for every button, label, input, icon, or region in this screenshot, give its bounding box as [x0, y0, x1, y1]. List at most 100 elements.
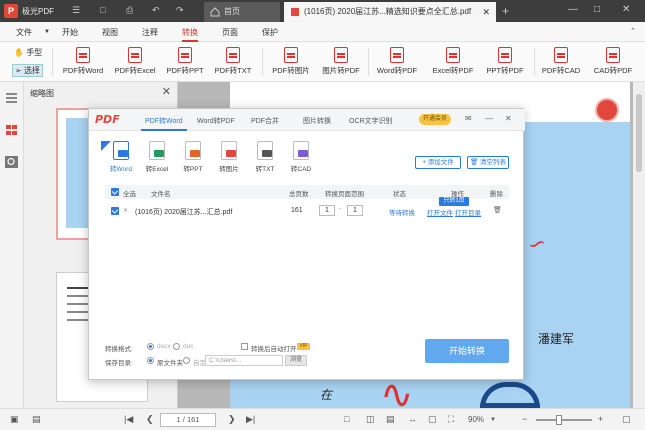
print-icon[interactable]: ⎙ [126, 5, 133, 16]
clear-list-button[interactable]: 🗑 清空列表 [467, 156, 509, 169]
feedback-icon[interactable]: ✉ [465, 114, 472, 123]
first-page-icon[interactable]: |◀ [124, 414, 133, 425]
vip-badge[interactable]: 开通会员 [419, 114, 451, 125]
undo-icon[interactable]: ↶ [152, 5, 160, 16]
continuous-icon[interactable]: ▤ [386, 414, 395, 425]
thumbnails-icon[interactable] [5, 124, 18, 136]
start-convert-button[interactable]: 开始转换 [425, 339, 509, 363]
zoom-dropdown-icon[interactable]: ▼ [490, 417, 496, 423]
delete-row-icon[interactable]: 🗑 [493, 206, 502, 214]
tab-document[interactable]: (1016页) 2020届江苏...精选知识要点全汇总.pdf ✕ [284, 2, 496, 22]
menu-annotate[interactable]: 注释 [142, 27, 158, 38]
zoom-in-icon[interactable]: + [598, 414, 603, 424]
save-icon[interactable]: □ [100, 5, 105, 15]
dir-custom-radio[interactable] [183, 357, 190, 364]
floating-action-icon[interactable] [595, 98, 619, 122]
add-file-button[interactable]: + 添加文件 [415, 156, 461, 169]
cover-author-text: 潘建军 [538, 332, 575, 346]
fit-screen-icon[interactable]: ▢ [622, 414, 631, 425]
dialog-header: PDF PDF转Word Word转PDF PDF合并 图片转换 OCR文字识别… [89, 109, 525, 131]
ppt-to-pdf-button[interactable]: PPT转PDF [478, 45, 532, 79]
dialog-minimize-icon[interactable]: — [485, 114, 493, 123]
menu-protect[interactable]: 保护 [262, 27, 278, 38]
open-folder-link[interactable]: 打开目录 [455, 207, 481, 217]
collapse-ribbon-icon[interactable]: ⌃ [630, 27, 636, 35]
excel-to-pdf-button[interactable]: Excel转PDF [426, 45, 480, 79]
row-filename: (1016页) 2020届江苏...汇总.pdf [135, 209, 233, 216]
format-doc-radio[interactable] [173, 343, 180, 350]
new-tab-icon[interactable]: + [502, 4, 509, 18]
tab-home[interactable]: 首页 [204, 2, 280, 22]
menu-convert[interactable]: 转换 [182, 27, 198, 42]
image-to-pdf-button[interactable]: 图片转PDF [314, 45, 368, 79]
menu-file[interactable]: 文件 [16, 27, 32, 38]
close-tab-icon[interactable]: ✕ [482, 2, 490, 22]
export-icon[interactable]: ▤ [32, 414, 41, 425]
close-window-icon[interactable]: ✕ [622, 4, 630, 15]
minimize-icon[interactable]: — [568, 4, 578, 15]
dialog-tab-pdf-to-word[interactable]: PDF转Word [145, 116, 183, 126]
format-to-txt[interactable]: 转TXT [247, 141, 283, 173]
select-all-checkbox[interactable] [111, 188, 119, 196]
last-page-icon[interactable]: ▶| [246, 414, 255, 425]
single-page-icon[interactable]: □ [344, 414, 349, 424]
pdf-to-image-button[interactable]: PDF转图片 [264, 45, 318, 79]
menu-view[interactable]: 视图 [102, 27, 118, 38]
dialog-close-icon[interactable]: ✕ [505, 114, 512, 123]
search-icon[interactable] [5, 156, 18, 168]
output-path-input[interactable]: C:\Users\... [205, 355, 283, 366]
hand-tool-button[interactable]: ✋ 手型 [14, 47, 42, 58]
toolbar-divider [368, 48, 369, 76]
row-status: 等待转换 [389, 210, 415, 217]
fit-width-icon[interactable]: ↔ [408, 414, 417, 424]
format-docx-radio[interactable] [147, 343, 154, 350]
dialog-tab-word-to-pdf[interactable]: Word转PDF [197, 116, 235, 126]
pdf-to-txt-button[interactable]: PDF转TXT [206, 45, 260, 79]
format-to-cad[interactable]: 转CAD [283, 141, 319, 173]
format-to-ppt[interactable]: 转PPT [175, 141, 211, 173]
format-to-word[interactable]: 转Word [103, 141, 139, 173]
layout-icon[interactable]: ▣ [10, 414, 19, 425]
double-page-icon[interactable]: ◫ [366, 414, 375, 425]
pdf-to-word-button[interactable]: PDF转Word [56, 45, 110, 79]
prev-page-icon[interactable]: ❮ [146, 414, 154, 425]
word-to-pdf-button[interactable]: Word转PDF [370, 45, 424, 79]
redo-icon[interactable]: ↷ [176, 5, 184, 16]
pdf-to-cad-icon [554, 47, 568, 63]
fullscreen-icon[interactable]: ⛶ [448, 414, 454, 425]
maximize-icon[interactable]: □ [594, 4, 600, 15]
row-checkbox[interactable] [111, 207, 119, 215]
dir-original-radio[interactable] [147, 357, 154, 364]
zoom-slider[interactable] [536, 419, 592, 421]
pdf-to-ppt-button[interactable]: PDF转PPT [158, 45, 212, 79]
bookmark-list-icon[interactable] [5, 92, 18, 104]
open-file-link[interactable]: 打开文件 [427, 207, 453, 217]
cad-to-pdf-button[interactable]: CAD转PDF [586, 45, 640, 79]
zoom-out-icon[interactable]: − [522, 414, 527, 424]
format-to-image[interactable]: 转图片 [211, 141, 247, 173]
dialog-tab-pdf-merge[interactable]: PDF合并 [251, 116, 279, 126]
fit-page-icon[interactable]: ▢ [428, 414, 437, 425]
cad-badge [298, 150, 308, 157]
auto-open-checkbox[interactable] [241, 343, 248, 350]
zoom-level[interactable]: 90% [468, 415, 484, 424]
zoom-slider-handle[interactable] [556, 415, 562, 425]
vertical-scrollbar[interactable] [633, 82, 645, 408]
menu-start[interactable]: 开始 [62, 27, 78, 38]
menu-icon[interactable]: ☰ [72, 5, 80, 16]
close-panel-icon[interactable]: ✕ [162, 85, 171, 98]
browse-button[interactable]: 浏览 [285, 355, 307, 366]
next-page-icon[interactable]: ❯ [228, 414, 236, 425]
select-tool-button[interactable]: ➢ 选择 [12, 64, 43, 77]
range-to-input[interactable]: 1 [347, 205, 363, 216]
dialog-tab-image-convert[interactable]: 图片转换 [303, 116, 331, 126]
format-to-excel[interactable]: 转Excel [139, 141, 175, 173]
range-from-input[interactable]: 1 [319, 205, 335, 216]
dialog-tab-ocr[interactable]: OCR文字识别 [349, 116, 393, 126]
menu-page[interactable]: 页面 [222, 27, 238, 38]
pdf-to-excel-button[interactable]: PDF转Excel [108, 45, 162, 79]
page-number-input[interactable]: 1 / 161 [160, 413, 216, 427]
row-remove-icon[interactable]: ✕ [123, 207, 128, 214]
pdf-to-cad-button[interactable]: PDF转CAD [534, 45, 588, 79]
scrollbar-thumb[interactable] [636, 94, 642, 172]
